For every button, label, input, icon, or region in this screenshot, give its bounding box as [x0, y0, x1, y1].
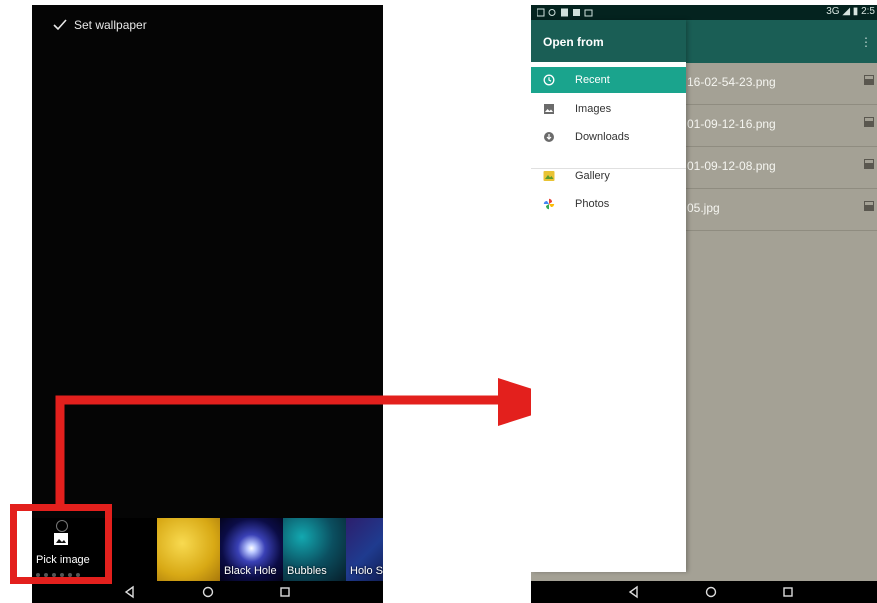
photos-pinwheel-icon: [543, 198, 555, 210]
drawer-item-downloads[interactable]: Downloads: [531, 124, 686, 150]
drawer-item-label: Recent: [575, 74, 610, 86]
recents-icon[interactable]: [780, 584, 796, 600]
highlight-box: [10, 504, 112, 584]
open-from-screen: 3G ◢ ▮ 2:5 ⋮ 16-02-54-23.png 01-09-12-16…: [531, 5, 877, 603]
image-file-icon: [864, 201, 874, 211]
status-bar: 3G ◢ ▮ 2:5: [531, 5, 877, 20]
checkmark-icon[interactable]: [52, 17, 68, 33]
drawer-item-gallery[interactable]: Gallery: [531, 163, 686, 189]
image-file-icon: [864, 117, 874, 127]
notification-icons: [537, 8, 593, 17]
drawer-item-label: Gallery: [575, 170, 610, 182]
gallery-icon: [543, 171, 555, 181]
thumbnail-label: Holo S: [350, 565, 383, 577]
file-name: 16-02-54-23.png: [687, 75, 776, 89]
navigation-bar: [32, 581, 383, 603]
drawer-title: Open from: [543, 35, 604, 49]
open-from-drawer: Open from Recent Images Downloads Galler…: [531, 20, 686, 572]
status-indicators: 3G ◢ ▮ 2:5: [826, 6, 875, 17]
set-wallpaper-button[interactable]: Set wallpaper: [74, 18, 147, 32]
drawer-header: Open from: [531, 20, 686, 62]
image-icon: [544, 104, 554, 114]
back-icon[interactable]: [626, 584, 642, 600]
file-name: 01-09-12-16.png: [687, 117, 776, 131]
thumbnail-label: Bubbles: [287, 565, 327, 577]
wallpaper-header: Set wallpaper: [32, 5, 383, 49]
drawer-item-recent[interactable]: Recent: [531, 67, 686, 93]
home-icon[interactable]: [703, 584, 719, 600]
more-options-icon[interactable]: ⋮: [860, 35, 872, 49]
file-name: 05.jpg: [687, 201, 720, 215]
file-name: 01-09-12-08.png: [687, 159, 776, 173]
home-icon[interactable]: [200, 584, 216, 600]
wallpaper-thumbnail-holo[interactable]: Holo S: [346, 518, 383, 581]
drawer-item-images[interactable]: Images: [531, 96, 686, 122]
drawer-item-label: Downloads: [575, 131, 630, 143]
navigation-bar: [531, 581, 877, 603]
drawer-item-label: Images: [575, 103, 612, 115]
wallpaper-thumbnail[interactable]: [157, 518, 220, 581]
wallpaper-thumbnail-bubbles[interactable]: Bubbles: [283, 518, 346, 581]
download-icon: [544, 132, 554, 142]
drawer-item-photos[interactable]: Photos: [531, 191, 686, 217]
thumbnail-label: Black Hole: [224, 565, 277, 577]
wallpaper-thumbnail-black-hole[interactable]: Black Hole: [220, 518, 283, 581]
image-file-icon: [864, 159, 874, 169]
back-icon[interactable]: [122, 584, 138, 600]
image-file-icon: [864, 75, 874, 85]
clock-icon: [543, 74, 555, 86]
recents-icon[interactable]: [277, 584, 293, 600]
drawer-item-label: Photos: [575, 198, 610, 210]
